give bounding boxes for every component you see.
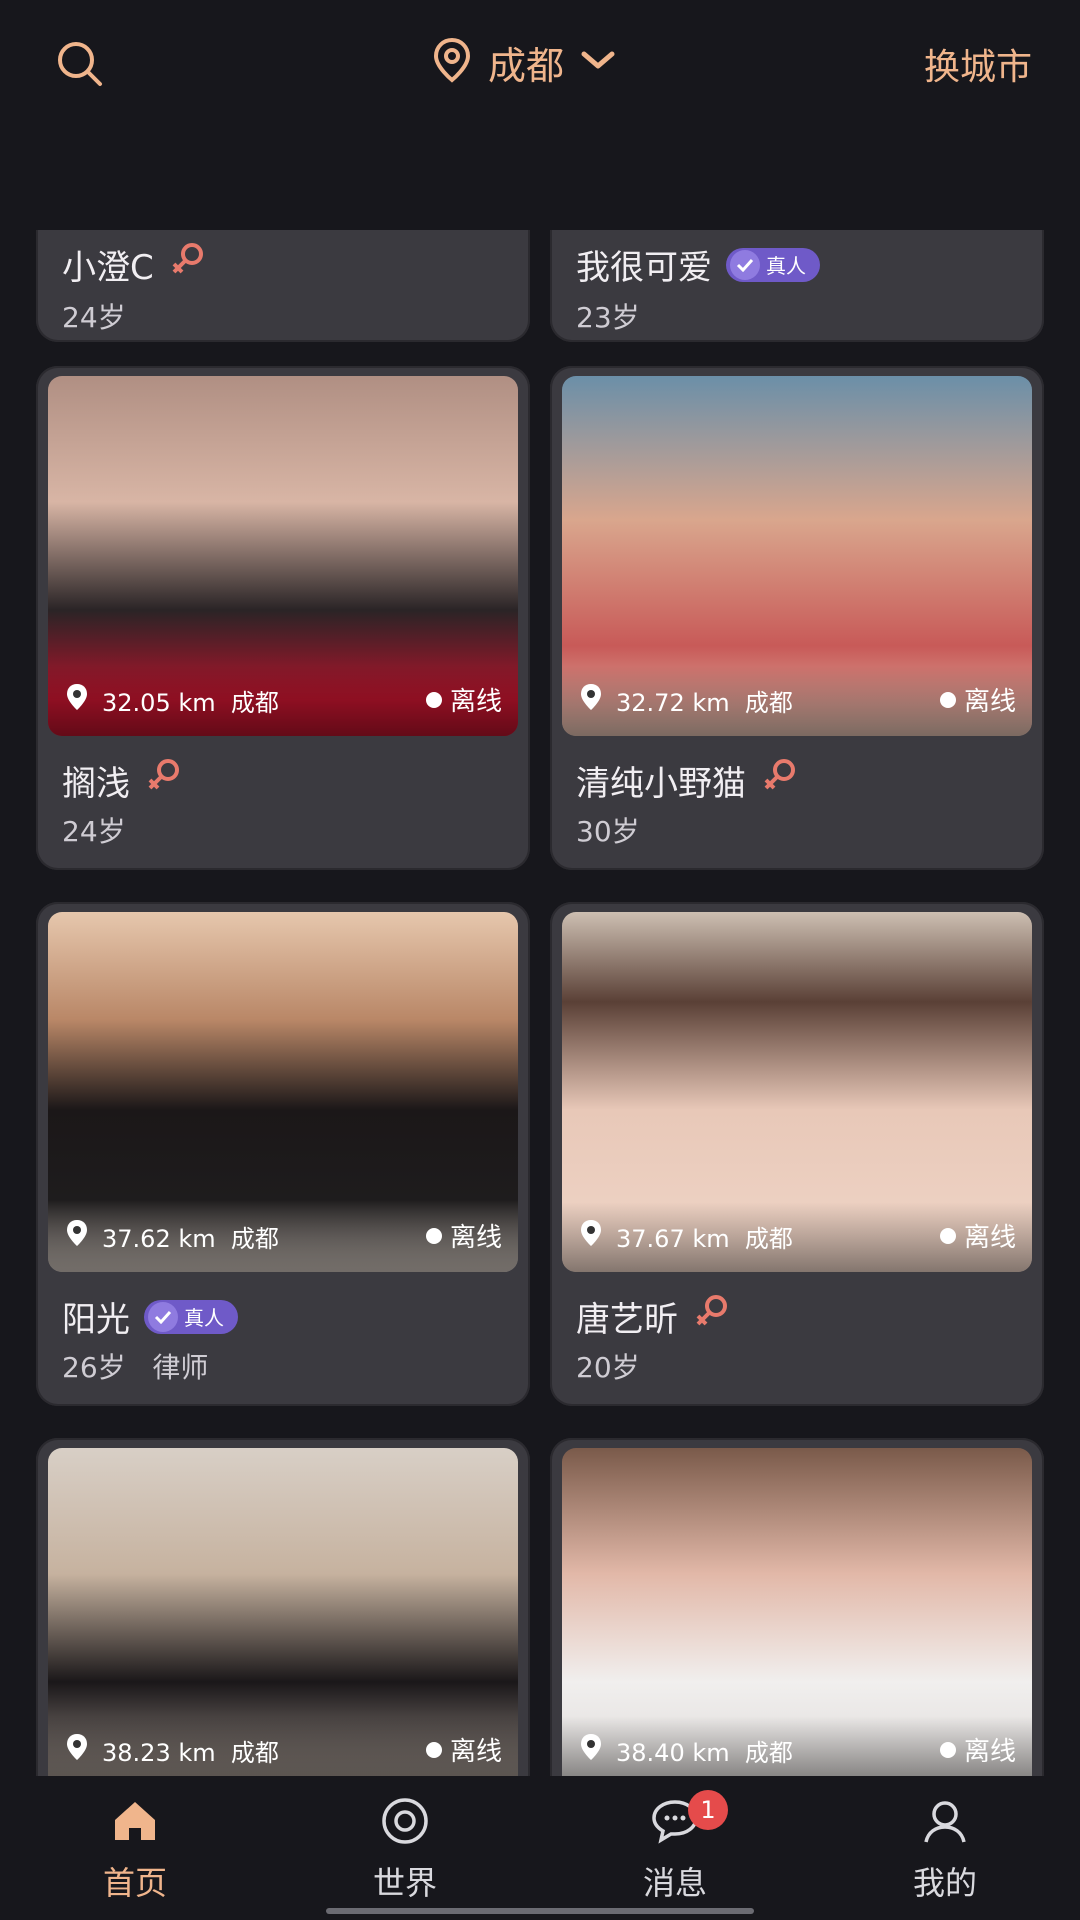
user-photo[interactable]: 32.72 km 成都 离线 [562, 376, 1032, 736]
location-pin-icon [64, 1732, 90, 1766]
chevron-down-icon[interactable] [578, 46, 618, 78]
user-feed[interactable]: 小澄C 24岁 我很可爱 真人 23岁 32.05 km 成都 离线 搁浅 24… [0, 230, 1080, 1776]
location-pin-icon [64, 1218, 90, 1252]
user-age: 20岁 [576, 1351, 640, 1384]
user-age: 23岁 [576, 301, 640, 334]
check-icon [730, 249, 760, 280]
nav-profile[interactable]: 我的 [810, 1776, 1080, 1920]
user-name: 小澄C [62, 248, 154, 288]
female-icon [692, 1292, 732, 1341]
location-pin-icon [64, 682, 90, 716]
unread-badge: 1 [688, 1790, 728, 1830]
photo-info-bar: 38.23 km 成都 离线 [48, 1716, 518, 1776]
user-icon [924, 1801, 966, 1843]
search-icon[interactable] [52, 36, 108, 92]
home-indicator [326, 1908, 754, 1914]
distance: 37.67 km [616, 1225, 730, 1253]
distance: 38.23 km [102, 1739, 216, 1767]
user-name: 阳光 [62, 1300, 130, 1340]
city-selector[interactable]: 成都 [430, 32, 618, 92]
user-city: 成都 [230, 689, 279, 717]
user-card[interactable]: 我很可爱 真人 23岁 [550, 230, 1044, 342]
photo-info-bar: 37.62 km 成都 离线 [48, 1202, 518, 1272]
user-age: 26岁 [62, 1351, 126, 1384]
status-label: 离线 [940, 681, 1016, 718]
user-card[interactable]: 小澄C 24岁 [36, 230, 530, 342]
female-icon [760, 756, 800, 805]
status-label: 离线 [940, 1731, 1016, 1768]
distance: 38.40 km [616, 1739, 730, 1767]
verified-badge: 真人 [726, 247, 820, 282]
user-photo[interactable]: 32.05 km 成都 离线 [48, 376, 518, 736]
nav-home[interactable]: 首页 [0, 1776, 270, 1920]
location-pin-icon [578, 1732, 604, 1766]
status-label: 离线 [426, 1217, 502, 1254]
user-age: 30岁 [576, 815, 640, 848]
status-label: 离线 [426, 681, 502, 718]
photo-info-bar: 32.72 km 成都 离线 [562, 666, 1032, 736]
bottom-nav: 首页 世界 1 消息 我的 [0, 1776, 1080, 1920]
distance: 37.62 km [102, 1225, 216, 1253]
location-pin-icon [430, 36, 474, 88]
distance: 32.05 km [102, 689, 216, 717]
user-photo[interactable]: 38.23 km 成都 离线 [48, 1448, 518, 1776]
check-icon [148, 1301, 178, 1332]
user-age: 24岁 [62, 815, 126, 848]
female-icon [168, 240, 208, 289]
distance: 32.72 km [616, 689, 730, 717]
user-card[interactable]: 38.23 km 成都 离线 [36, 1438, 530, 1776]
tab-bar: 附近 精选 [0, 120, 1080, 336]
photo-info-bar: 32.05 km 成都 离线 [48, 666, 518, 736]
verified-label: 真人 [766, 254, 806, 278]
user-name: 唐艺昕 [576, 1300, 678, 1340]
user-card[interactable]: 32.05 km 成都 离线 搁浅 24岁 [36, 366, 530, 870]
nav-world-label: 世界 [372, 1864, 437, 1902]
location-pin-icon [578, 682, 604, 716]
user-card[interactable]: 37.62 km 成都 离线 阳光 真人 26岁 律师 [36, 902, 530, 1406]
female-icon [144, 756, 184, 805]
user-job: 律师 [152, 1351, 209, 1384]
verified-label: 真人 [184, 1306, 224, 1330]
user-city: 成都 [744, 689, 793, 717]
change-city-button[interactable]: 换城市 [924, 38, 1032, 90]
status-label: 离线 [426, 1731, 502, 1768]
location-pin-icon [578, 1218, 604, 1252]
user-name: 搁浅 [62, 764, 130, 804]
home-icon [115, 1802, 155, 1840]
user-card[interactable]: 37.67 km 成都 离线 唐艺昕 20岁 [550, 902, 1044, 1406]
top-bar: 成都 换城市 [0, 0, 1080, 120]
world-icon [382, 1798, 428, 1844]
user-city: 成都 [744, 1739, 793, 1767]
user-card[interactable]: 32.72 km 成都 离线 清纯小野猫 30岁 [550, 366, 1044, 870]
user-city: 成都 [744, 1225, 793, 1253]
nav-world[interactable]: 世界 [270, 1776, 540, 1920]
nav-messages-label: 消息 [642, 1864, 707, 1902]
user-photo[interactable]: 37.62 km 成都 离线 [48, 912, 518, 1272]
user-city: 成都 [230, 1739, 279, 1767]
nav-home-label: 首页 [102, 1864, 167, 1902]
user-name: 我很可爱 [576, 248, 712, 288]
city-name[interactable]: 成都 [488, 35, 564, 90]
user-photo[interactable]: 38.40 km 成都 离线 [562, 1448, 1032, 1776]
user-name: 清纯小野猫 [576, 764, 746, 804]
user-card[interactable]: 38.40 km 成都 离线 [550, 1438, 1044, 1776]
nav-messages[interactable]: 1 消息 [540, 1776, 810, 1920]
photo-info-bar: 38.40 km 成都 离线 [562, 1716, 1032, 1776]
nav-profile-label: 我的 [912, 1864, 977, 1902]
verified-badge: 真人 [144, 1299, 238, 1334]
status-label: 离线 [940, 1217, 1016, 1254]
user-age: 24岁 [62, 301, 126, 334]
user-city: 成都 [230, 1225, 279, 1253]
photo-info-bar: 37.67 km 成都 离线 [562, 1202, 1032, 1272]
user-photo[interactable]: 37.67 km 成都 离线 [562, 912, 1032, 1272]
